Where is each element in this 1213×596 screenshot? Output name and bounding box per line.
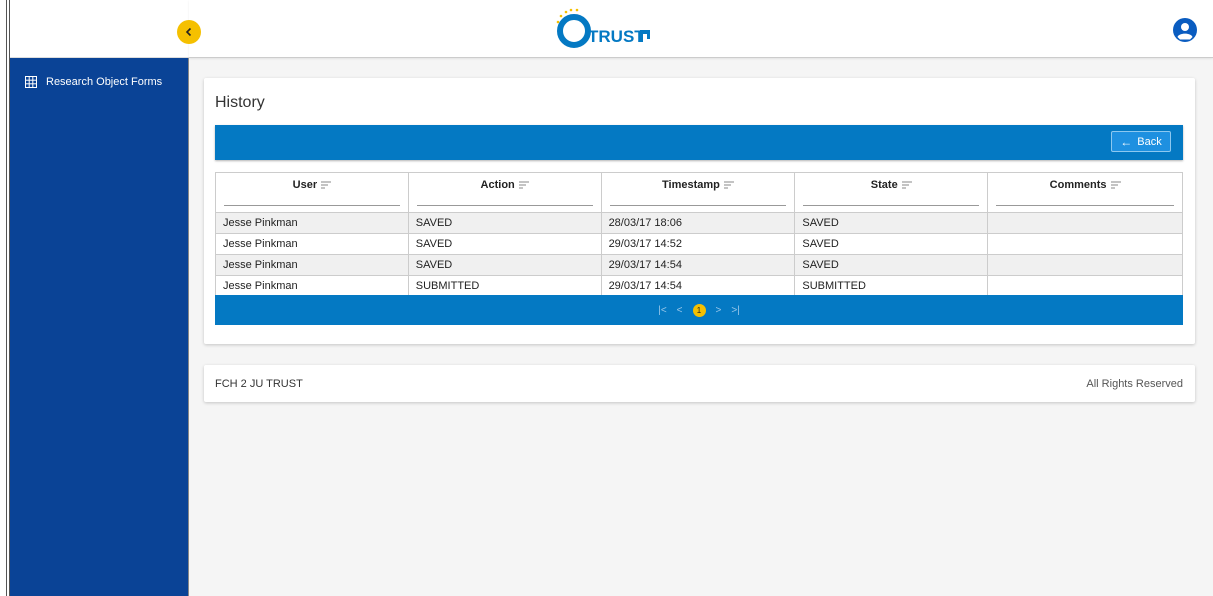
footer-org: FCH 2 JU TRUST: [215, 378, 303, 390]
cell-user: Jesse Pinkman: [215, 233, 409, 255]
sort-icon: [901, 181, 912, 189]
sort-icon: [321, 181, 332, 189]
sidebar-header: [10, 0, 189, 58]
table-row[interactable]: Jesse Pinkman SAVED 28/03/17 18:06 SAVED: [215, 212, 1183, 234]
footer-rights: All Rights Reserved: [1086, 378, 1183, 390]
cell-action: SAVED: [407, 212, 602, 234]
column-label: User: [292, 179, 318, 191]
column-header-state[interactable]: State: [794, 172, 989, 213]
cell-state: SUBMITTED: [794, 275, 989, 297]
table-row[interactable]: Jesse Pinkman SAVED 29/03/17 14:52 SAVED: [215, 233, 1183, 255]
cell-state: SAVED: [794, 212, 989, 234]
cell-state: SAVED: [794, 254, 989, 276]
filter-input-user[interactable]: [224, 205, 400, 206]
page-title: History: [215, 94, 265, 111]
history-toolbar: ← Back: [215, 125, 1183, 160]
sidebar-item-research-object-forms[interactable]: Research Object Forms: [10, 72, 188, 92]
cell-timestamp: 29/03/17 14:54: [600, 275, 796, 297]
back-button-label: Back: [1137, 135, 1162, 148]
back-button[interactable]: ← Back: [1111, 131, 1171, 152]
sort-icon: [1110, 181, 1121, 189]
arrow-left-icon: ←: [1120, 134, 1133, 149]
column-header-user[interactable]: User: [215, 172, 409, 213]
filter-input-state[interactable]: [803, 205, 980, 206]
history-card: History ← Back User Action Timestamp Sta…: [204, 78, 1195, 344]
cell-timestamp: 28/03/17 18:06: [600, 212, 796, 234]
table-header-row: User Action Timestamp State Comments: [215, 172, 1183, 213]
first-page-button[interactable]: |<: [658, 305, 666, 316]
column-header-comments[interactable]: Comments: [987, 172, 1183, 213]
chevron-left-icon: [185, 27, 192, 37]
column-header-action[interactable]: Action: [407, 172, 602, 213]
cell-action: SAVED: [407, 233, 602, 255]
column-header-timestamp[interactable]: Timestamp: [600, 172, 796, 213]
cell-comments: [987, 254, 1183, 276]
cell-action: SUBMITTED: [407, 275, 602, 297]
column-label: Timestamp: [662, 179, 720, 191]
column-label: Comments: [1049, 179, 1107, 191]
trust-logo: TRUST: [556, 8, 650, 48]
cell-timestamp: 29/03/17 14:54: [600, 254, 796, 276]
filter-input-comments[interactable]: [996, 205, 1174, 206]
cell-comments: [987, 233, 1183, 255]
table-row[interactable]: Jesse Pinkman SUBMITTED 29/03/17 14:54 S…: [215, 275, 1183, 297]
svg-text:TRUST: TRUST: [588, 27, 645, 46]
sort-icon: [723, 181, 734, 189]
cell-timestamp: 29/03/17 14:52: [600, 233, 796, 255]
cell-action: SAVED: [407, 254, 602, 276]
table-row[interactable]: Jesse Pinkman SAVED 29/03/17 14:54 SAVED: [215, 254, 1183, 276]
column-label: State: [870, 179, 898, 191]
window-left-border: [0, 0, 10, 596]
cell-comments: [987, 212, 1183, 234]
sidebar-item-label: Research Object Forms: [46, 76, 163, 88]
history-table: User Action Timestamp State Comments Jes…: [215, 172, 1183, 297]
grid-icon: [25, 76, 37, 88]
page-1-button[interactable]: 1: [692, 303, 706, 317]
prev-page-button[interactable]: <: [677, 305, 683, 316]
column-label: Action: [480, 179, 515, 191]
cell-user: Jesse Pinkman: [215, 212, 409, 234]
cell-state: SAVED: [794, 233, 989, 255]
cell-comments: [987, 275, 1183, 297]
top-header: TRUST: [189, 0, 1213, 58]
next-page-button[interactable]: >: [716, 305, 722, 316]
sort-icon: [518, 181, 529, 189]
last-page-button[interactable]: >|: [731, 305, 739, 316]
sidebar: Research Object Forms: [10, 58, 189, 596]
cell-user: Jesse Pinkman: [215, 275, 409, 297]
paginator: |< < 1 > >|: [215, 295, 1183, 325]
filter-input-timestamp[interactable]: [609, 205, 787, 206]
sidebar-collapse-button[interactable]: [177, 20, 201, 44]
user-avatar-icon[interactable]: [1173, 18, 1197, 42]
cell-user: Jesse Pinkman: [215, 254, 409, 276]
footer: FCH 2 JU TRUST All Rights Reserved: [204, 365, 1195, 402]
filter-input-action[interactable]: [416, 205, 593, 206]
